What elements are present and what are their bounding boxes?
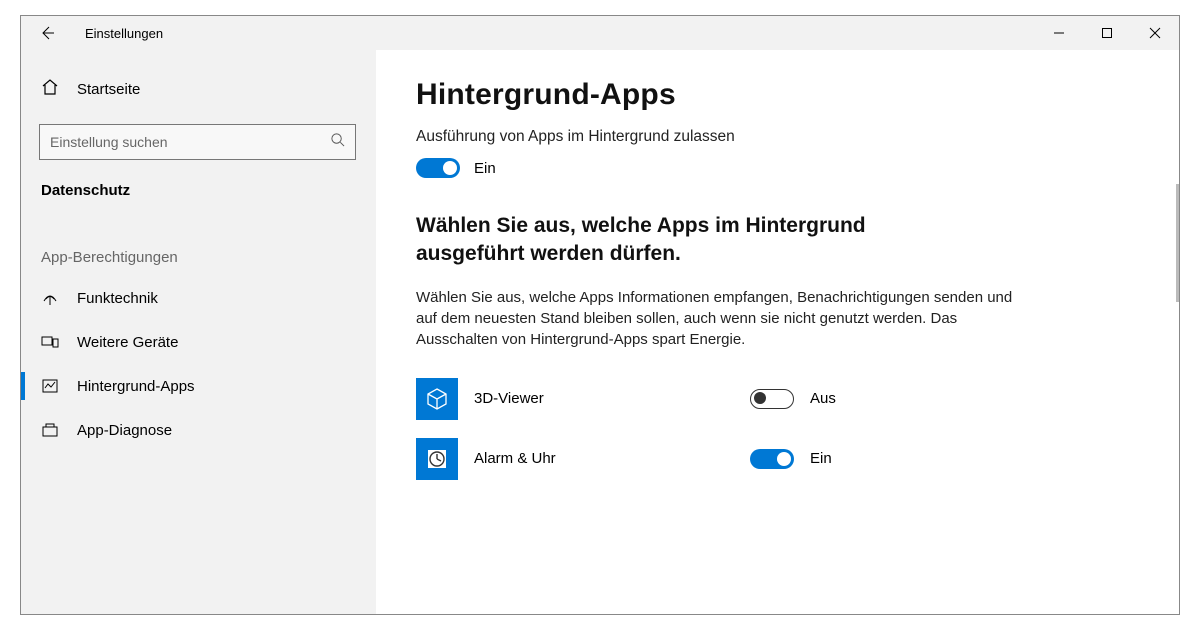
background-apps-icon	[41, 377, 59, 395]
app-row-alarm-uhr: Alarm & Uhr Ein	[416, 438, 1174, 480]
search-placeholder: Einstellung suchen	[50, 134, 168, 150]
nav-home[interactable]: Startseite	[21, 72, 376, 106]
maximize-button[interactable]	[1083, 16, 1131, 50]
app-name: 3D-Viewer	[474, 390, 734, 407]
master-toggle-label: Ein	[474, 160, 496, 177]
app-name: Alarm & Uhr	[474, 450, 734, 467]
nav-item-label: Funktechnik	[77, 290, 158, 307]
titlebar: Einstellungen	[21, 16, 1179, 50]
search-input[interactable]: Einstellung suchen	[39, 124, 356, 160]
search-icon	[330, 132, 345, 152]
nav-item-hintergrund-apps[interactable]: Hintergrund-Apps	[21, 364, 376, 408]
window-controls	[1035, 16, 1179, 50]
close-button[interactable]	[1131, 16, 1179, 50]
nav-item-app-diagnose[interactable]: App-Diagnose	[21, 408, 376, 452]
description: Wählen Sie aus, welche Apps Informatione…	[416, 287, 1016, 350]
app-toggle-label: Ein	[810, 450, 832, 467]
page-heading: Hintergrund-Apps	[416, 78, 1174, 112]
main-panel: Hintergrund-Apps Ausführung von Apps im …	[376, 50, 1179, 614]
sub-heading: Wählen Sie aus, welche Apps im Hintergru…	[416, 212, 936, 269]
group-label: App-Berechtigungen	[21, 205, 376, 276]
app-icon-3d-viewer	[416, 378, 458, 420]
app-toggle-label: Aus	[810, 390, 836, 407]
nav-item-weitere-geraete[interactable]: Weitere Geräte	[21, 320, 376, 364]
back-button[interactable]	[39, 25, 55, 41]
diagnose-icon	[41, 421, 59, 439]
sidebar: Startseite Einstellung suchen Datenschut…	[21, 50, 376, 614]
app-toggle-3d-viewer[interactable]	[750, 389, 794, 409]
nav-item-funktechnik[interactable]: Funktechnik	[21, 276, 376, 320]
category-header: Datenschutz	[21, 160, 376, 205]
nav-item-label: Hintergrund-Apps	[77, 378, 195, 395]
settings-window: Einstellungen Startseite Einstellung	[20, 15, 1180, 615]
minimize-button[interactable]	[1035, 16, 1083, 50]
nav-home-label: Startseite	[77, 81, 140, 98]
nav-item-label: Weitere Geräte	[77, 334, 178, 351]
window-title: Einstellungen	[85, 26, 163, 41]
app-toggle-alarm-uhr[interactable]	[750, 449, 794, 469]
app-icon-alarm-uhr	[416, 438, 458, 480]
master-toggle[interactable]	[416, 158, 460, 178]
scrollbar[interactable]	[1176, 184, 1179, 302]
nav-item-label: App-Diagnose	[77, 422, 172, 439]
devices-icon	[41, 333, 59, 351]
home-icon	[41, 78, 59, 100]
master-toggle-lead: Ausführung von Apps im Hintergrund zulas…	[416, 128, 1174, 146]
app-row-3d-viewer: 3D-Viewer Aus	[416, 378, 1174, 420]
radio-icon	[41, 289, 59, 307]
